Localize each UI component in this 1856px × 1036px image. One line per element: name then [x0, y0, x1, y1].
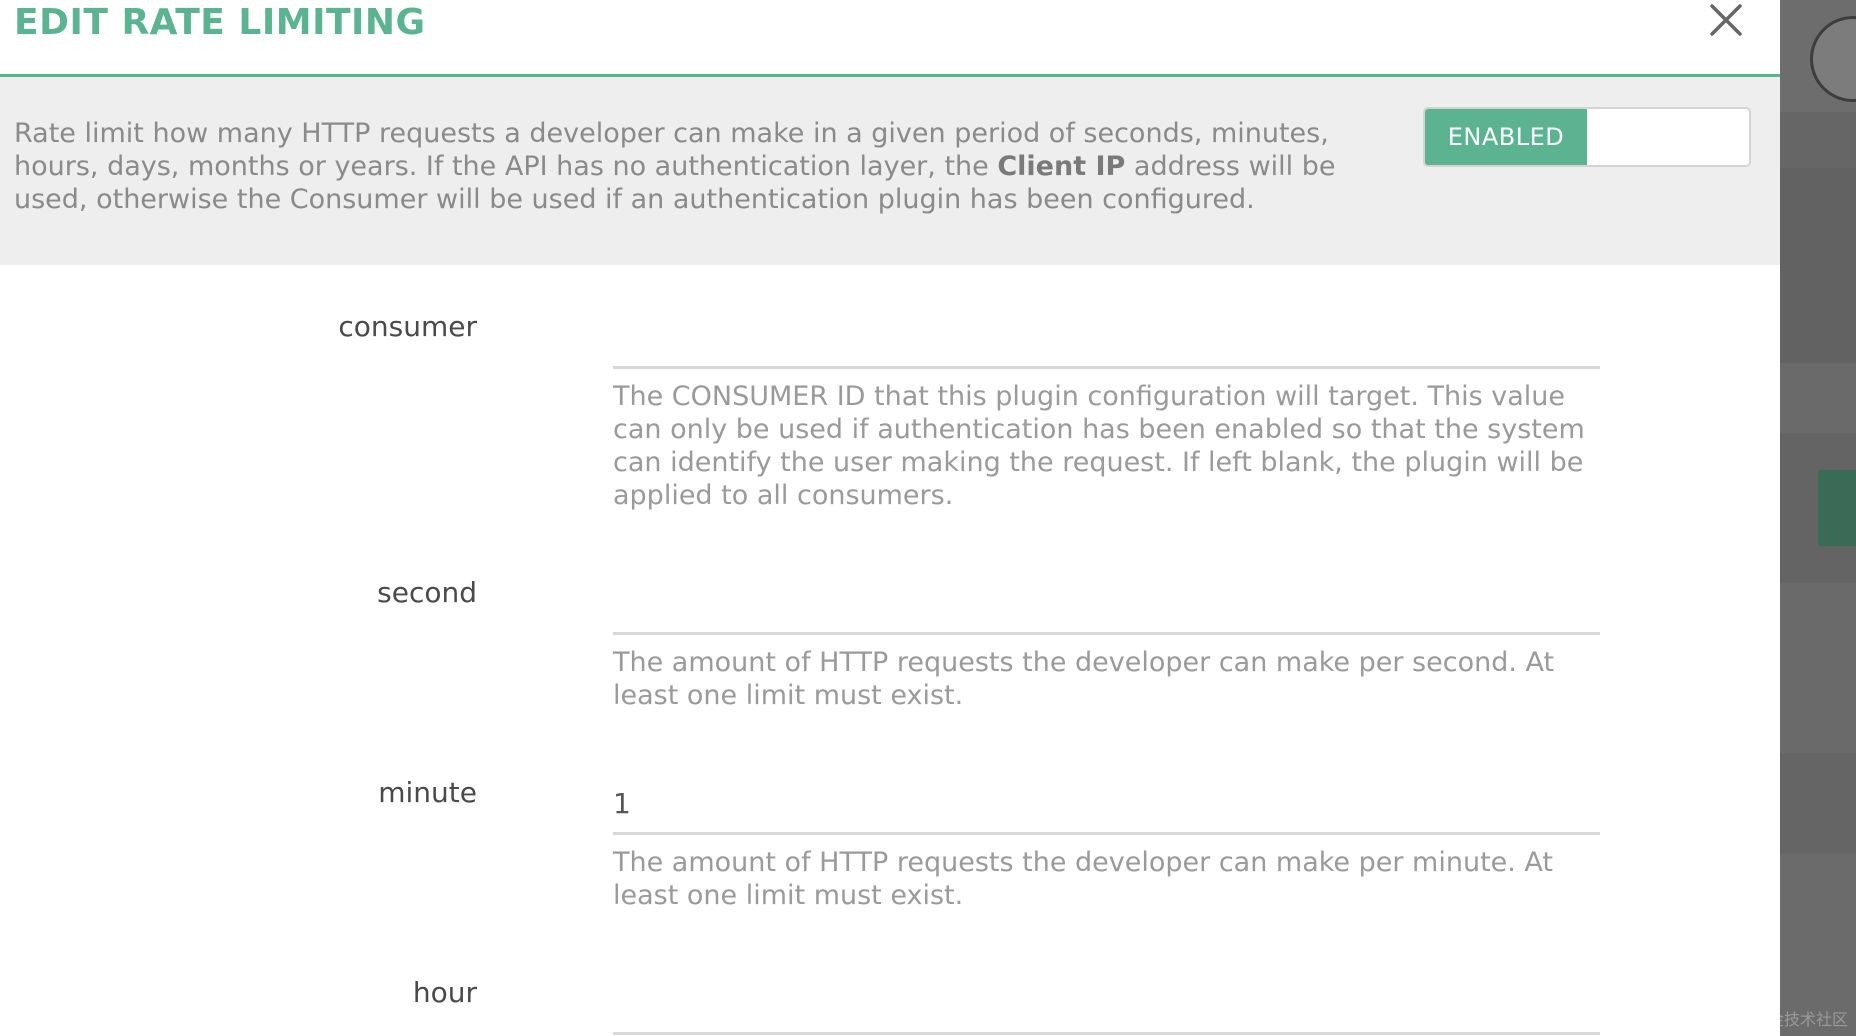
hour-label: hour — [412, 976, 477, 1009]
modal-title: EDIT RATE LIMITING — [14, 2, 426, 43]
close-icon — [1710, 4, 1742, 36]
background-band — [1780, 168, 1856, 363]
background-button — [1818, 470, 1856, 546]
toggle-enabled-label: ENABLED — [1425, 109, 1587, 165]
modal-header: EDIT RATE LIMITING — [0, 0, 1780, 77]
second-input[interactable] — [613, 575, 1600, 635]
plugin-description-panel: Rate limit how many HTTP requests a deve… — [0, 77, 1780, 265]
background-band — [1780, 112, 1856, 168]
background-band — [1780, 363, 1856, 433]
edit-rate-limiting-modal: EDIT RATE LIMITING Rate limit how many H… — [0, 0, 1780, 1036]
second-help: The amount of HTTP requests the develope… — [613, 647, 1555, 711]
minute-label: minute — [378, 776, 477, 809]
hour-input[interactable] — [613, 975, 1600, 1035]
consumer-label: consumer — [338, 310, 477, 343]
enabled-toggle[interactable]: ENABLED — [1423, 107, 1751, 167]
close-button[interactable] — [1706, 0, 1746, 40]
minute-help: The amount of HTTP requests the develope… — [613, 847, 1554, 911]
minute-input[interactable] — [613, 775, 1600, 835]
consumer-help: The CONSUMER ID that this plugin configu… — [613, 381, 1585, 511]
background-band — [1780, 753, 1856, 853]
second-label: second — [377, 576, 477, 609]
description-emphasis: Client IP — [997, 151, 1126, 182]
plugin-description: Rate limit how many HTTP requests a deve… — [14, 117, 1404, 216]
consumer-input[interactable] — [613, 309, 1600, 369]
background-app — [1780, 0, 1856, 1036]
background-band — [1780, 583, 1856, 753]
